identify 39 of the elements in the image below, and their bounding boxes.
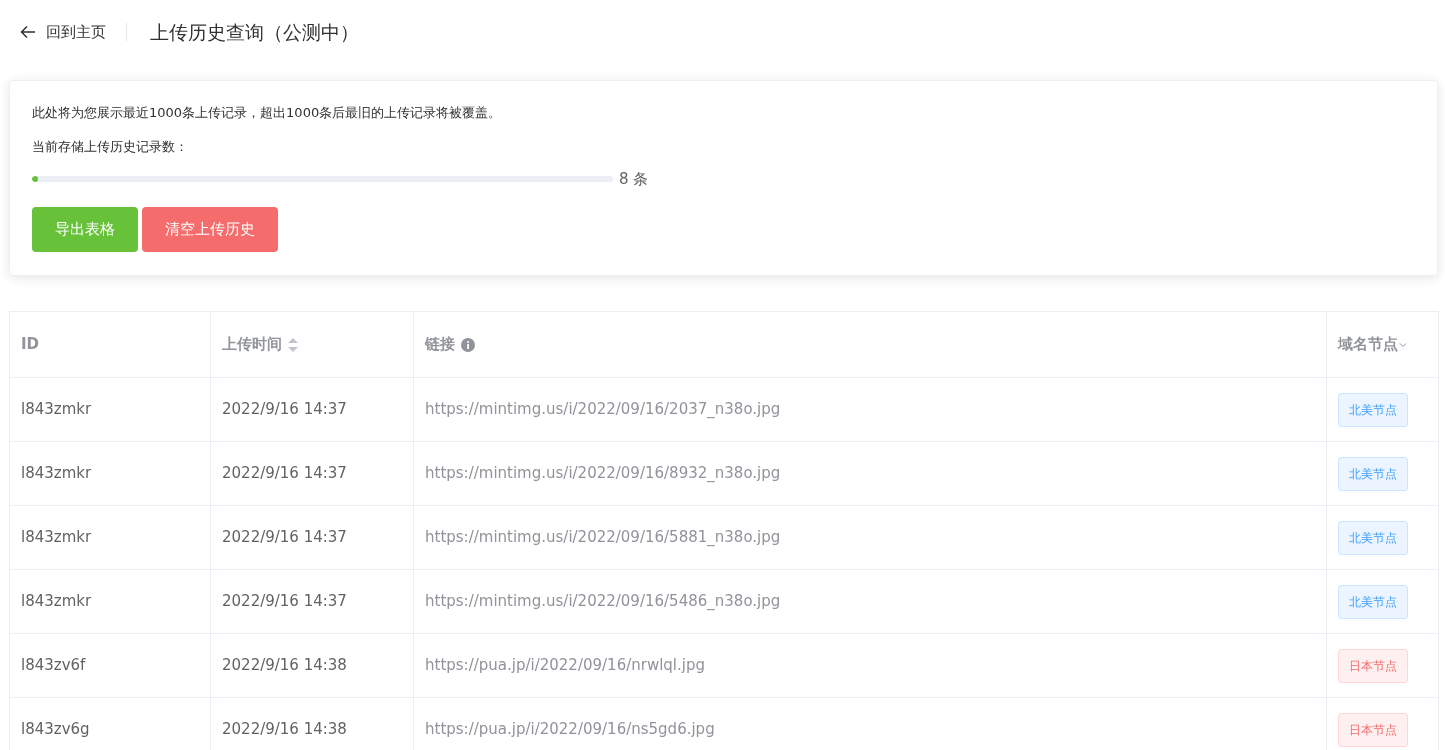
id-cell-text: l843zmkr xyxy=(21,463,92,485)
column-header: ID xyxy=(21,334,40,356)
link-cell-text: https://pua.jp/i/2022/09/16/nrwlql.jpg xyxy=(425,655,705,677)
info-icon xyxy=(461,337,475,352)
notice-text: 此处将为您展示最近1000条上传记录，超出1000条后最旧的上传记录将被覆盖。 xyxy=(32,104,503,122)
export-button[interactable]: 导出表格 xyxy=(32,206,138,252)
time-cell-text: 2022/9/16 14:37 xyxy=(222,399,347,421)
link-cell-text: https://mintimg.us/i/2022/09/16/5486_n38o.jpg xyxy=(425,591,781,613)
link-cell-text: https://mintimg.us/i/2022/09/16/2037_n38o.jpg xyxy=(425,399,781,421)
count-label: 当前存储上传历史记录数： xyxy=(32,137,189,156)
id-cell-text: l843zmkr xyxy=(21,591,92,613)
back-arrow-icon xyxy=(20,25,36,39)
link-cell-text: https://pua.jp/i/2022/09/16/ns5gd6.jpg xyxy=(425,719,715,741)
node-tag: 日本节点 xyxy=(1338,712,1408,747)
time-cell-text: 2022/9/16 14:38 xyxy=(222,655,347,677)
progress-reading: 8 条 xyxy=(619,169,649,190)
clear-history-button[interactable]: 清空上传历史 xyxy=(142,206,278,252)
column-header[interactable]: 上传时间 xyxy=(222,333,282,356)
time-cell-text: 2022/9/16 14:37 xyxy=(222,591,347,613)
link-cell-text: https://mintimg.us/i/2022/09/16/5881_n38o.jpg xyxy=(425,527,781,549)
node-tag: 北美节点 xyxy=(1338,456,1408,491)
node-tag: 北美节点 xyxy=(1338,584,1408,619)
id-cell-text: l843zmkr xyxy=(21,399,92,421)
dropdown-caret-icon[interactable] xyxy=(1399,341,1407,348)
back-link[interactable]: 回到主页 xyxy=(20,23,127,41)
id-cell-text: l843zv6f xyxy=(21,655,86,677)
id-cell-text: l843zmkr xyxy=(21,527,92,549)
time-cell-text: 2022/9/16 14:37 xyxy=(222,527,347,549)
sort-icon[interactable] xyxy=(288,337,298,352)
link-cell-text: https://mintimg.us/i/2022/09/16/8932_n38o.jpg xyxy=(425,463,781,485)
column-header[interactable]: 域名节点 xyxy=(1338,333,1398,356)
column-header: 链接 xyxy=(425,334,455,356)
time-cell-text: 2022/9/16 14:38 xyxy=(222,719,347,741)
node-tag: 日本节点 xyxy=(1338,648,1408,683)
time-cell-text: 2022/9/16 14:37 xyxy=(222,463,347,485)
node-tag: 北美节点 xyxy=(1338,392,1408,427)
page-title: 上传历史查询（公测中） xyxy=(150,19,359,45)
node-tag: 北美节点 xyxy=(1338,520,1408,555)
id-cell-text: l843zv6g xyxy=(21,719,90,741)
